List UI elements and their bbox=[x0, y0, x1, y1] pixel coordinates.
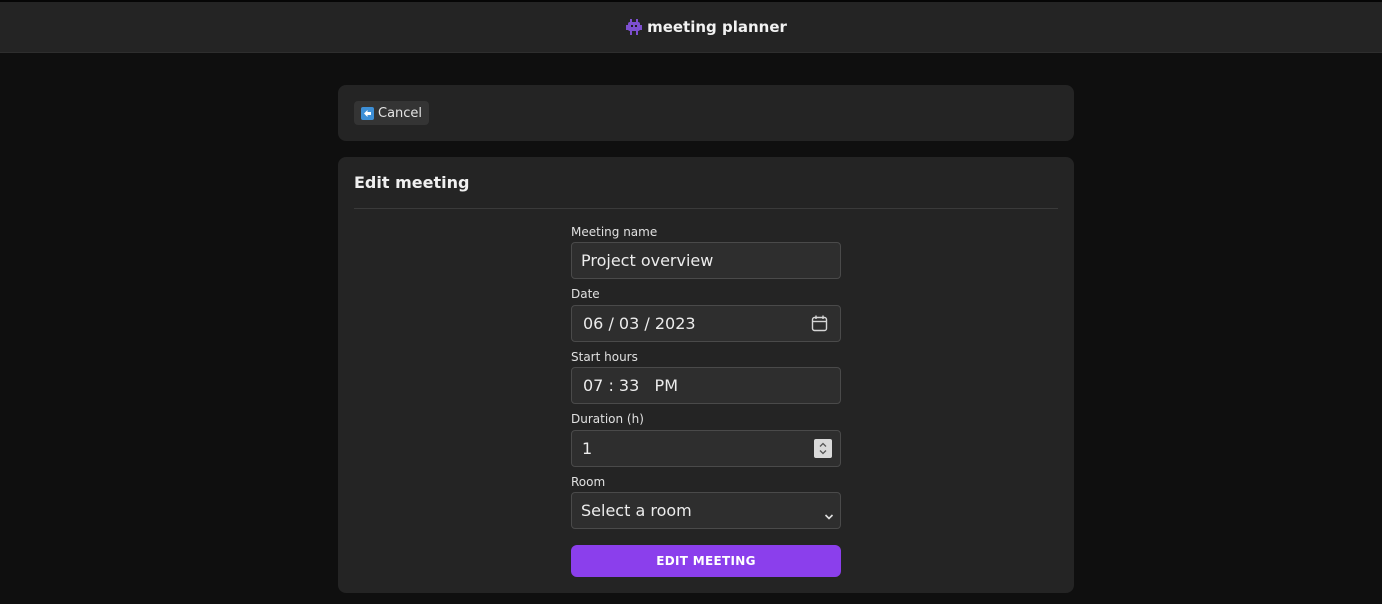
edit-meeting-button[interactable]: EDIT MEETING bbox=[571, 545, 841, 577]
duration-value: 1 bbox=[582, 439, 593, 458]
edit-meeting-panel: Edit meeting Meeting name Date 06 / 03 /… bbox=[338, 157, 1074, 593]
meeting-name-field[interactable] bbox=[571, 242, 841, 279]
start-hours-value: 07 : 33 PM bbox=[583, 376, 678, 395]
duration-label: Duration (h) bbox=[571, 412, 644, 426]
cancel-label: Cancel bbox=[378, 105, 423, 121]
calendar-icon[interactable] bbox=[811, 315, 828, 336]
panel-title: Edit meeting bbox=[354, 173, 470, 192]
top-navbar: meeting planner bbox=[0, 0, 1382, 53]
alien-monster-icon bbox=[625, 19, 643, 35]
start-hours-label: Start hours bbox=[571, 350, 638, 364]
start-hours-field[interactable]: 07 : 33 PM bbox=[571, 367, 841, 404]
meeting-name-label: Meeting name bbox=[571, 225, 658, 239]
back-arrow-icon bbox=[361, 106, 374, 120]
cancel-button[interactable]: Cancel bbox=[354, 101, 430, 125]
room-label: Room bbox=[571, 475, 606, 489]
date-label: Date bbox=[571, 287, 600, 301]
duration-field[interactable]: 1 bbox=[571, 430, 841, 467]
date-value: 06 / 03 / 2023 bbox=[583, 314, 696, 333]
stepper-icon[interactable] bbox=[814, 439, 832, 458]
date-field[interactable]: 06 / 03 / 2023 bbox=[571, 305, 841, 342]
meeting-name-input[interactable] bbox=[581, 251, 831, 270]
actions-panel: Cancel bbox=[338, 85, 1074, 141]
room-selected-value: Select a room bbox=[581, 501, 692, 520]
brand[interactable]: meeting planner bbox=[625, 18, 787, 36]
chevron-down-icon bbox=[824, 506, 834, 525]
divider bbox=[354, 208, 1058, 209]
app-title: meeting planner bbox=[647, 18, 787, 36]
room-select[interactable]: Select a room bbox=[571, 492, 841, 529]
